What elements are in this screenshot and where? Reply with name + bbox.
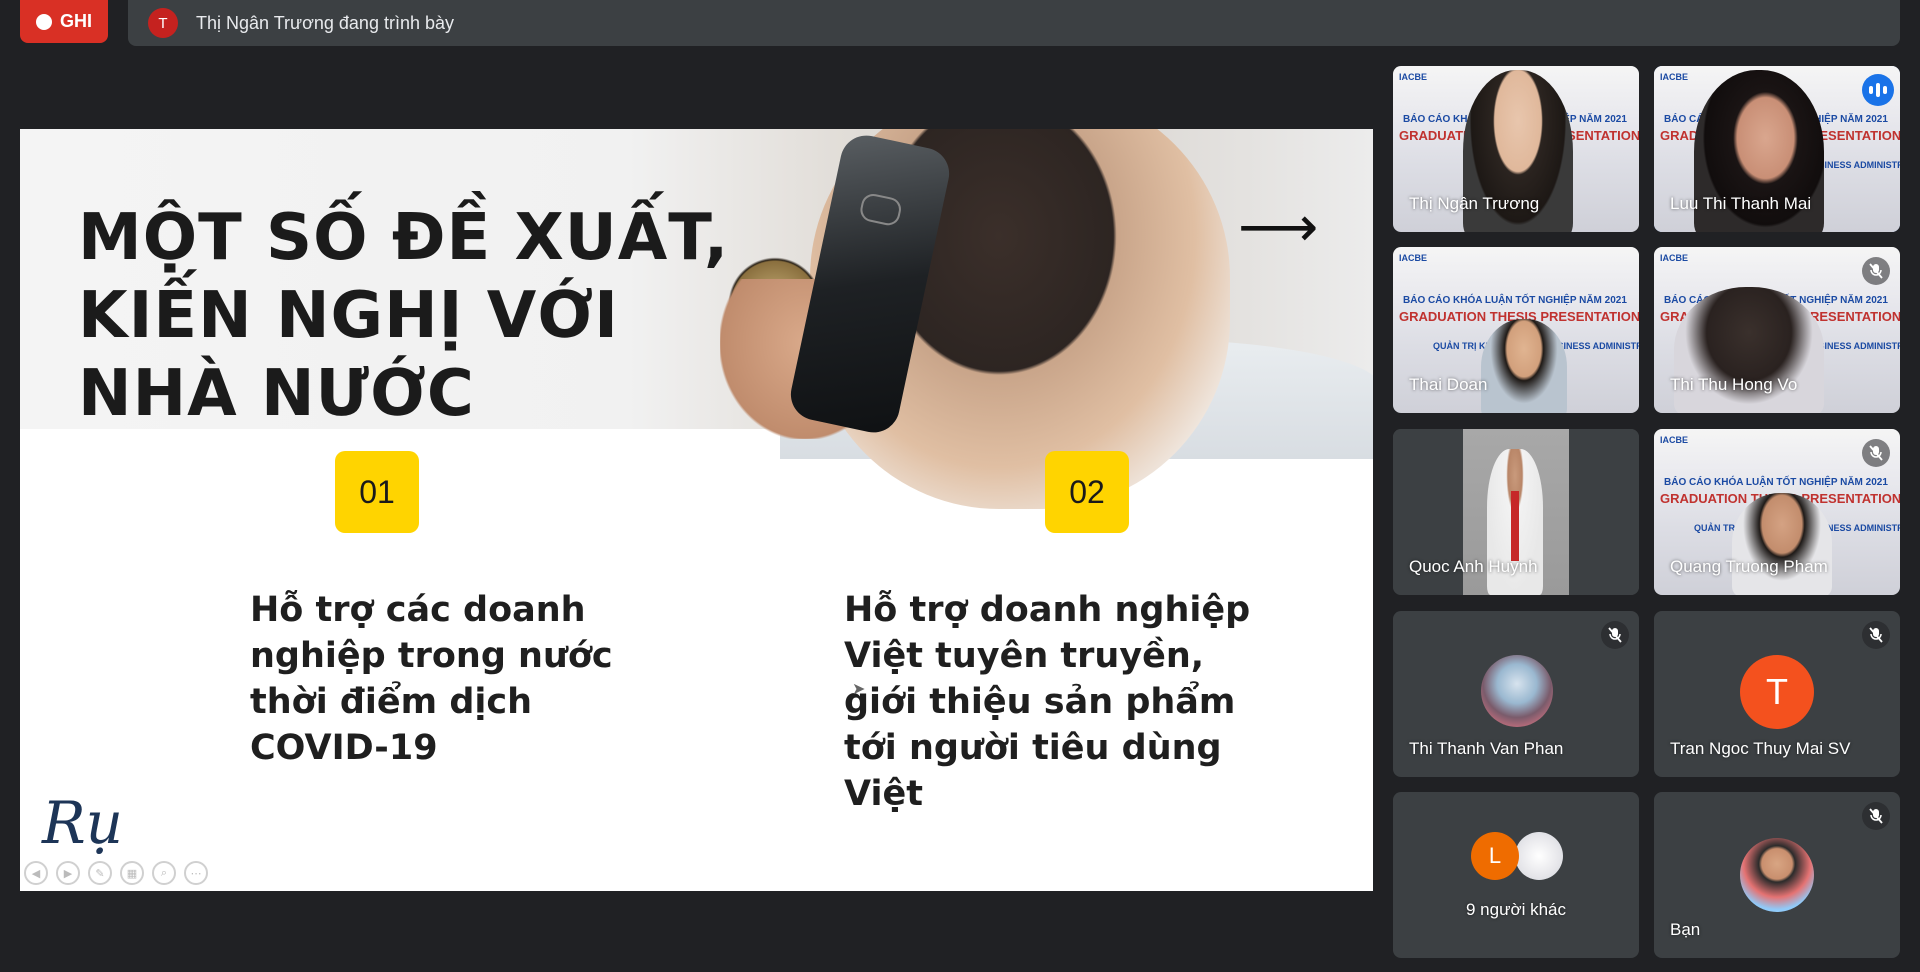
point-text: Hỗ trợ các doanh nghiệp trong nước thời …: [250, 590, 613, 768]
mic-off-icon: [1862, 802, 1890, 830]
others-count-label: 9 người khác: [1465, 900, 1567, 919]
presenting-text: Thị Ngân Trương đang trình bày: [196, 12, 454, 33]
avatar: L: [1471, 832, 1519, 880]
record-button[interactable]: GHI: [20, 0, 108, 43]
participant-tile[interactable]: IACBE BÁO CÁO KHÓA LUẬN TỐT NGHIỆP NĂM 2…: [1393, 247, 1639, 413]
slides-grid-icon[interactable]: ▦: [120, 861, 144, 885]
participant-name: Tran Ngoc Thuy Mai SV: [1670, 739, 1851, 758]
participant-tile[interactable]: T Tran Ngoc Thuy Mai SV: [1654, 611, 1900, 777]
participant-name: Luu Thi Thanh Mai: [1670, 194, 1812, 213]
participant-name: Thai Doan: [1409, 375, 1488, 394]
participant-video: [1481, 319, 1567, 413]
avatar: [1740, 838, 1814, 912]
presentation-slide: MỘT SỐ ĐỀ XUẤT, KIẾN NGHỊ VỚI NHÀ NƯỚC ⟶…: [20, 129, 1373, 891]
previous-slide-icon[interactable]: ◀: [24, 861, 48, 885]
participant-name: Thi Thanh Van Phan: [1409, 739, 1564, 758]
participant-tile[interactable]: IACBE BÁO CÁO KHÓA LUẬN TỐT NGHIỆP NĂM 2…: [1393, 66, 1639, 232]
mic-off-icon: [1862, 621, 1890, 649]
participant-name: Quoc Anh Huynh: [1409, 557, 1538, 576]
participant-tile[interactable]: Quoc Anh Huynh: [1393, 429, 1639, 595]
participant-name: Quang Truong Pham: [1670, 557, 1828, 576]
participant-name: Thi Thu Hong Vo: [1670, 375, 1798, 394]
point-number-badge: 01: [335, 451, 419, 533]
zoom-icon[interactable]: ⌕: [152, 861, 176, 885]
presenter-avatar: T: [148, 8, 178, 38]
participant-tile[interactable]: IACBE BÁO CÁO KHÓA LUẬN TỐT NGHIỆP NĂM 2…: [1654, 429, 1900, 595]
pen-icon[interactable]: ✎: [88, 861, 112, 885]
participant-tile[interactable]: Thi Thanh Van Phan: [1393, 611, 1639, 777]
avatar: [1515, 832, 1563, 880]
point-number-badge: 02: [1045, 451, 1129, 533]
participant-name: Bạn: [1670, 920, 1701, 939]
others-tile[interactable]: L 9 người khác: [1393, 792, 1639, 958]
arrow-right-icon: ⟶: [1238, 195, 1319, 260]
self-tile[interactable]: Bạn: [1654, 792, 1900, 958]
participant-tile[interactable]: IACBE BÁO CÁO KHÓA LUẬN TỐT NGHIỆP NĂM 2…: [1654, 247, 1900, 413]
more-options-icon[interactable]: ⋯: [184, 861, 208, 885]
slide-controls: ◀ ▶ ✎ ▦ ⌕ ⋯: [24, 861, 208, 885]
mouse-cursor-icon: ➤: [852, 681, 866, 698]
next-slide-icon[interactable]: ▶: [56, 861, 80, 885]
record-label: GHI: [59, 11, 92, 31]
avatar: [1481, 655, 1553, 727]
participant-name: Thị Ngân Trương: [1409, 194, 1540, 213]
mic-off-icon: [1862, 439, 1890, 467]
participant-tile[interactable]: IACBE BÁO CÁO KHÓA LUẬN TỐT NGHIỆP NĂM 2…: [1654, 66, 1900, 232]
point-text: Hỗ trợ doanh nghiệp Việt tuyên truyền, g…: [844, 590, 1251, 814]
record-dot-icon: [35, 13, 52, 30]
slide-title: MỘT SỐ ĐỀ XUẤT, KIẾN NGHỊ VỚI NHÀ NƯỚC: [78, 201, 730, 431]
slide-logo: Rụ: [42, 789, 124, 857]
avatar: T: [1740, 655, 1814, 729]
presenting-banner: T Thị Ngân Trương đang trình bày: [128, 0, 1900, 46]
mic-off-icon: [1862, 257, 1890, 285]
mic-off-icon: [1601, 621, 1629, 649]
participant-video: [1732, 493, 1832, 595]
speaking-indicator-icon: [1862, 74, 1894, 106]
